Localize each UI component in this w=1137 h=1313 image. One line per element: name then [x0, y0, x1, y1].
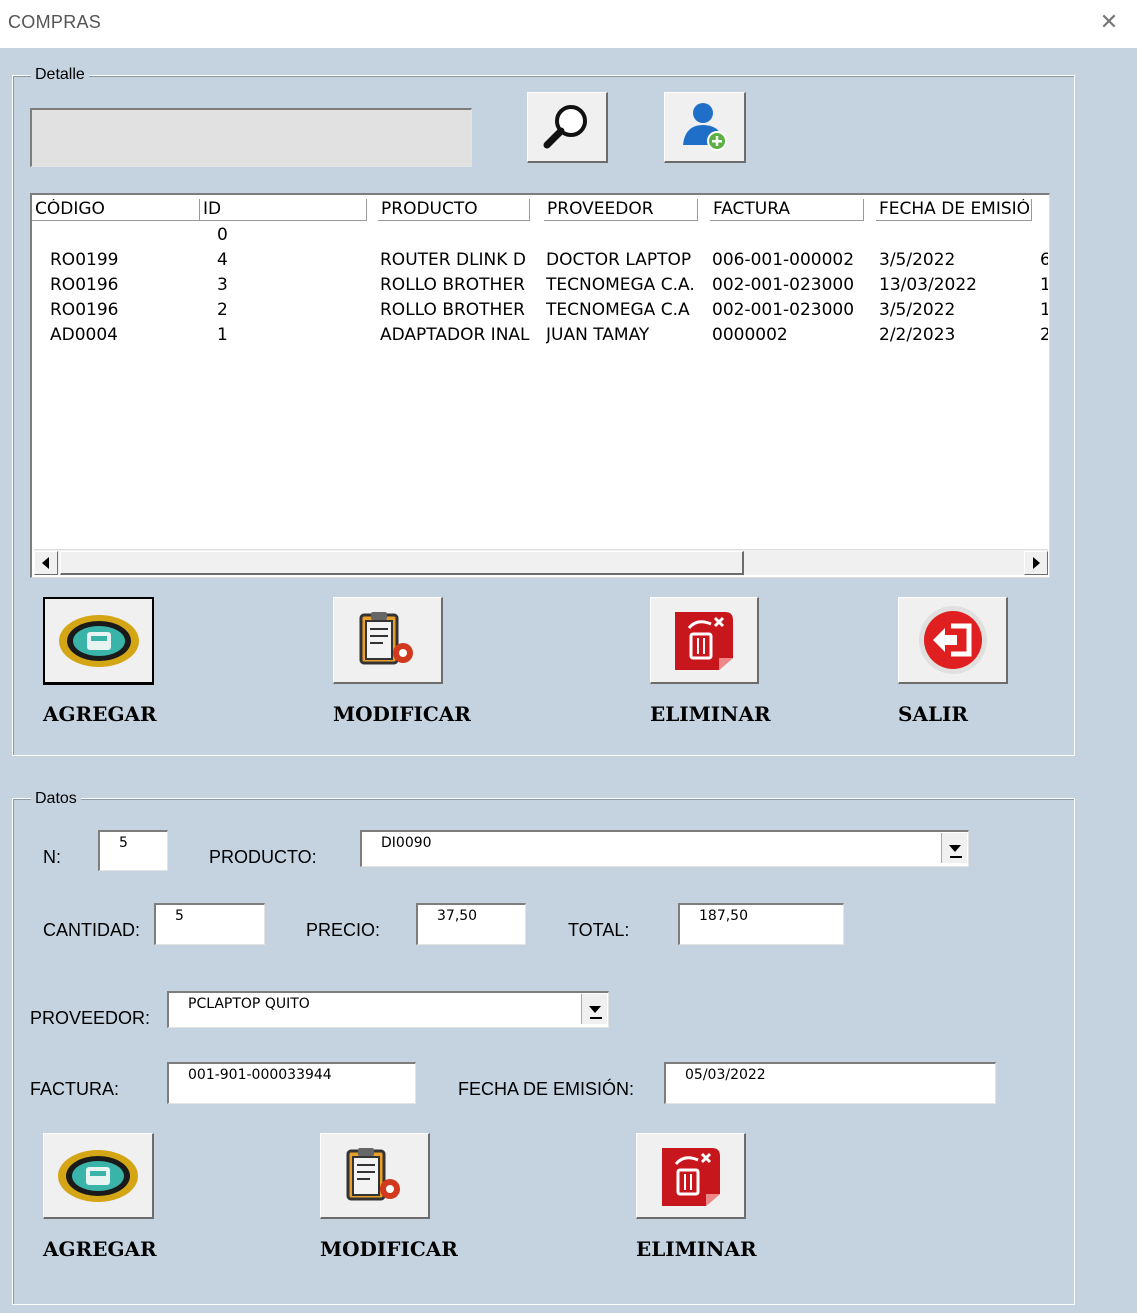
proveedor-value: PCLAPTOP QUITO — [188, 996, 310, 1012]
proveedor-label: PROVEEDOR: — [30, 1008, 151, 1028]
horizontal-scrollbar[interactable] — [34, 549, 1048, 575]
cell-proveedor: DOCTOR LAPTOP — [546, 250, 692, 270]
cell-fecha: 3/5/2022 — [879, 250, 956, 270]
fecha-emision-field[interactable]: 05/03/2022 — [664, 1062, 996, 1104]
add-user-button[interactable] — [664, 92, 746, 163]
clipboard-gear-icon — [359, 612, 413, 665]
salir-button[interactable] — [898, 597, 1008, 684]
search-icon — [543, 105, 587, 149]
datos-modificar-label: MODIFICAR — [320, 1237, 458, 1261]
add-user-icon — [682, 103, 727, 151]
column-header-id[interactable]: ID — [200, 199, 367, 221]
trash-icon — [661, 1147, 720, 1206]
cell-codigo: AD0004 — [50, 325, 118, 345]
detalle-legend: Detalle — [31, 66, 89, 84]
cantidad-label: CANTIDAD: — [43, 920, 141, 940]
producto-dropdown-icon[interactable] — [941, 833, 967, 863]
cell-factura: 006-001-000002 — [712, 250, 855, 270]
title-bar: COMPRAS ✕ — [0, 0, 1137, 48]
scroll-left-arrow-icon[interactable] — [34, 551, 58, 575]
fecha-emision-label: FECHA DE EMISIÓN: — [458, 1079, 635, 1099]
search-button[interactable] — [527, 92, 608, 163]
cell-codigo: RO0196 — [50, 275, 119, 295]
cell-codigo: RO0196 — [50, 300, 119, 320]
cell-factura: 002-001-023000 — [712, 275, 855, 295]
column-header-proveedor[interactable]: PROVEEDOR — [544, 199, 698, 221]
factura-label: FACTURA: — [30, 1079, 120, 1099]
agregar-button[interactable] — [43, 597, 154, 685]
datos-agregar-button[interactable] — [43, 1133, 154, 1219]
modificar-label: MODIFICAR — [333, 702, 471, 726]
cell-trailing: 2 — [1040, 325, 1048, 345]
cell-id: 3 — [217, 275, 228, 295]
scroll-right-arrow-icon[interactable] — [1024, 551, 1048, 575]
cell-factura: 0000002 — [712, 325, 788, 345]
cell-trailing: 6 — [1040, 250, 1048, 270]
agregar-label: AGREGAR — [43, 702, 157, 726]
close-icon[interactable]: ✕ — [1097, 10, 1121, 34]
cantidad-field[interactable]: 5 — [154, 903, 265, 945]
producto-combo[interactable]: DI0090 — [360, 830, 969, 867]
n-field[interactable]: 5 — [98, 830, 168, 871]
datos-agregar-label: AGREGAR — [43, 1237, 157, 1261]
factura-field[interactable]: 001-901-000033944 — [167, 1062, 416, 1104]
cell-factura: 002-001-023000 — [712, 300, 855, 320]
compras-list[interactable]: CÓDIGO ID PRODUCTO PROVEEDOR FACTURA FEC… — [30, 193, 1050, 578]
total-label: TOTAL: — [568, 920, 630, 940]
eliminar-label: ELIMINAR — [650, 702, 771, 726]
datos-modificar-button[interactable] — [320, 1133, 430, 1219]
proveedor-combo[interactable]: PCLAPTOP QUITO — [167, 991, 609, 1028]
proveedor-dropdown-icon[interactable] — [581, 994, 607, 1024]
cell-fecha: 3/5/2022 — [879, 300, 956, 320]
scroll-thumb[interactable] — [60, 551, 744, 575]
cell-fecha: 13/03/2022 — [879, 275, 977, 295]
datos-eliminar-label: ELIMINAR — [636, 1237, 757, 1261]
cell-proveedor: TECNOMEGA C.A — [546, 300, 690, 320]
cell-producto: ROLLO BROTHER — [380, 300, 525, 320]
column-header-producto[interactable]: PRODUCTO — [378, 199, 530, 221]
save-icon — [58, 614, 139, 667]
cell-trailing: 1 — [1040, 275, 1048, 295]
cell-proveedor: TECNOMEGA C.A. — [546, 275, 695, 295]
datos-frame — [12, 798, 1075, 1305]
column-header-codigo[interactable]: CÓDIGO — [32, 199, 200, 221]
precio-field[interactable]: 37,50 — [416, 903, 526, 945]
search-input[interactable] — [30, 108, 472, 167]
salir-label: SALIR — [898, 702, 968, 726]
precio-label: PRECIO: — [306, 920, 381, 940]
cell-id: 2 — [217, 300, 228, 320]
column-header-factura[interactable]: FACTURA — [710, 199, 864, 221]
window-title: COMPRAS — [8, 12, 102, 32]
modificar-button[interactable] — [333, 597, 443, 684]
producto-label: PRODUCTO: — [209, 847, 317, 867]
cell-proveedor: JUAN TAMAY — [546, 325, 650, 345]
cell-fecha: 2/2/2023 — [879, 325, 956, 345]
eliminar-button[interactable] — [650, 597, 759, 684]
trash-icon — [675, 612, 733, 670]
cell-codigo: RO0199 — [50, 250, 119, 270]
cell-trailing: 1 — [1040, 300, 1048, 320]
cell-producto: ROUTER DLINK D — [380, 250, 526, 270]
cell-id: 4 — [217, 250, 228, 270]
clipboard-gear-icon — [346, 1147, 400, 1200]
total-field[interactable]: 187,50 — [678, 903, 844, 945]
save-icon — [58, 1149, 138, 1202]
cell-producto: ADAPTADOR INAL — [380, 325, 530, 345]
datos-legend: Datos — [31, 790, 81, 808]
exit-icon — [918, 606, 987, 674]
column-header-fecha[interactable]: FECHA DE EMISIÓ — [876, 199, 1032, 221]
datos-eliminar-button[interactable] — [636, 1133, 746, 1219]
cell-producto: ROLLO BROTHER — [380, 275, 525, 295]
cell-id: 1 — [217, 325, 228, 345]
producto-value: DI0090 — [381, 835, 432, 851]
n-label: N: — [43, 847, 61, 867]
cell-id: 0 — [217, 225, 228, 245]
